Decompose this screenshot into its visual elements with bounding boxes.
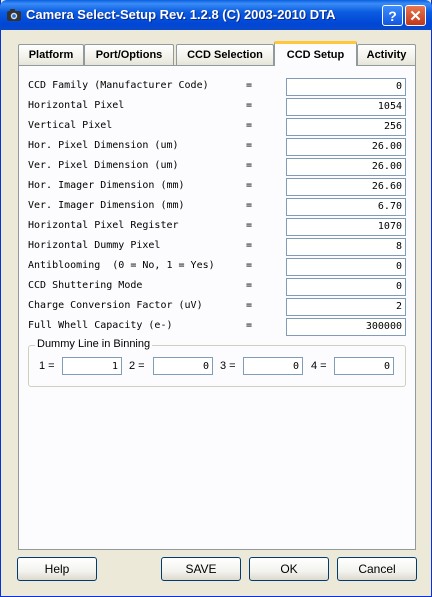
save-button[interactable]: SAVE <box>161 557 241 581</box>
field-label: Charge Conversion Factor (uV) <box>28 300 203 311</box>
field-label: Horizontal Pixel <box>28 100 125 111</box>
camera-icon <box>6 7 22 23</box>
window-title: Camera Select-Setup Rev. 1.2.8 (C) 2003-… <box>26 7 336 22</box>
equals-sign: = <box>246 120 253 131</box>
title-bar[interactable]: Camera Select-Setup Rev. 1.2.8 (C) 2003-… <box>0 0 432 30</box>
horizontal-pixel-register-input[interactable]: 1070 <box>286 218 406 236</box>
equals-sign: = <box>246 80 253 91</box>
dummy-line-label-1: 1 = <box>39 360 55 372</box>
field-label: Vertical Pixel <box>28 120 113 131</box>
vertical-pixel-input[interactable]: 256 <box>286 118 406 136</box>
charge-conversion-factor-input[interactable]: 2 <box>286 298 406 316</box>
help-title-button[interactable]: ? <box>382 5 403 26</box>
tab-ccd-selection[interactable]: CCD Selection <box>176 44 274 65</box>
hor-pixel-dimension-input[interactable]: 26.00 <box>286 138 406 156</box>
dummy-line-input-2[interactable]: 0 <box>153 357 213 375</box>
question-mark-icon: ? <box>388 7 397 24</box>
field-label: Full Whell Capacity (e-) <box>28 320 173 331</box>
help-button[interactable]: Help <box>17 557 97 581</box>
dummy-line-input-4[interactable]: 0 <box>334 357 394 375</box>
equals-sign: = <box>246 220 253 231</box>
field-label: CCD Family (Manufacturer Code) <box>28 80 209 91</box>
horizontal-dummy-pixel-input[interactable]: 8 <box>286 238 406 256</box>
tab-ccd-setup[interactable]: CCD Setup <box>274 41 357 66</box>
close-x-icon: ✕ <box>409 7 422 25</box>
equals-sign: = <box>246 280 253 291</box>
horizontal-pixel-input[interactable]: 1054 <box>286 98 406 116</box>
full-well-capacity-input[interactable]: 300000 <box>286 318 406 336</box>
antiblooming-input[interactable]: 0 <box>286 258 406 276</box>
dummy-line-input-1[interactable]: 1 <box>62 357 122 375</box>
cancel-button[interactable]: Cancel <box>337 557 417 581</box>
ver-imager-dimension-input[interactable]: 6.70 <box>286 198 406 216</box>
ccd-shuttering-mode-input[interactable]: 0 <box>286 278 406 296</box>
equals-sign: = <box>246 240 253 251</box>
field-label: Antiblooming (0 = No, 1 = Yes) <box>28 260 215 271</box>
equals-sign: = <box>246 160 253 171</box>
close-button[interactable]: ✕ <box>405 5 426 26</box>
field-label: CCD Shuttering Mode <box>28 280 143 291</box>
ccd-family-input[interactable]: 0 <box>286 78 406 96</box>
equals-sign: = <box>246 100 253 111</box>
camera-setup-window: Camera Select-Setup Rev. 1.2.8 (C) 2003-… <box>0 0 432 597</box>
equals-sign: = <box>246 300 253 311</box>
equals-sign: = <box>246 320 253 331</box>
hor-imager-dimension-input[interactable]: 26.60 <box>286 178 406 196</box>
field-label: Ver. Pixel Dimension (um) <box>28 160 179 171</box>
dummy-line-label-2: 2 = <box>129 360 145 372</box>
equals-sign: = <box>246 180 253 191</box>
equals-sign: = <box>246 200 253 211</box>
dummy-line-input-3[interactable]: 0 <box>243 357 303 375</box>
field-label: Horizontal Pixel Register <box>28 220 179 231</box>
field-label: Hor. Imager Dimension (mm) <box>28 180 185 191</box>
equals-sign: = <box>246 260 253 271</box>
dummy-line-group-title: Dummy Line in Binning <box>35 338 153 350</box>
field-label: Ver. Imager Dimension (mm) <box>28 200 185 211</box>
ver-pixel-dimension-input[interactable]: 26.00 <box>286 158 406 176</box>
equals-sign: = <box>246 140 253 151</box>
field-label: Horizontal Dummy Pixel <box>28 240 161 251</box>
ok-button[interactable]: OK <box>249 557 329 581</box>
dummy-line-label-4: 4 = <box>311 360 327 372</box>
tab-activity[interactable]: Activity <box>357 44 416 65</box>
tab-platform[interactable]: Platform <box>18 44 84 65</box>
field-label: Hor. Pixel Dimension (um) <box>28 140 179 151</box>
dummy-line-label-3: 3 = <box>220 360 236 372</box>
tab-port-options[interactable]: Port/Options <box>84 44 174 65</box>
